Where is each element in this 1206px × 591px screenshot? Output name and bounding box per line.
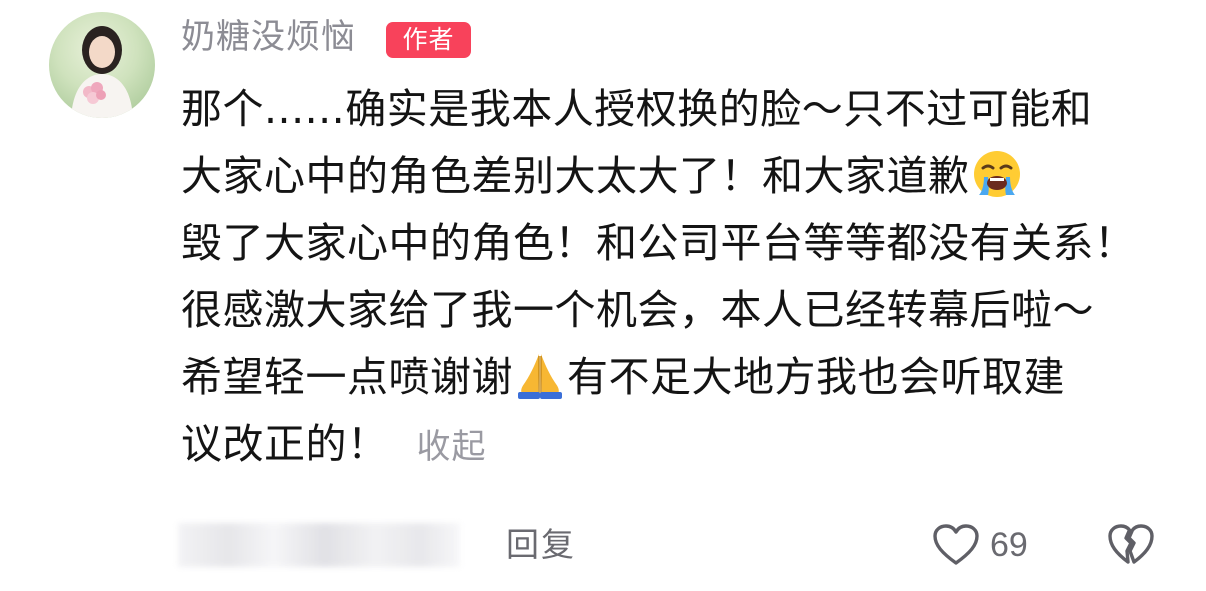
comment-body: 那个......确实是我本人授权换的脸～只不过可能和 大家心中的角色差别大太大了… — [181, 76, 1181, 478]
broken-heart-icon — [1108, 524, 1154, 564]
like-count: 69 — [990, 525, 1028, 564]
loudly-crying-face-icon — [973, 151, 1020, 197]
comment-line: 议改正的！ 收起 — [181, 420, 487, 468]
blurred-region — [178, 523, 460, 567]
comment-line: 大家心中的角色差别大太大了！和大家道歉 — [181, 143, 1181, 210]
reply-button[interactable]: 回复 — [506, 522, 576, 568]
heart-icon — [933, 524, 979, 565]
avatar[interactable] — [49, 12, 155, 118]
author-badge: 作者 — [386, 22, 471, 58]
collapse-button[interactable]: 收起 — [417, 427, 487, 467]
comment-line: 很感激大家给了我一个机会，本人已经转幕后啦～ — [181, 286, 1094, 334]
username[interactable]: 奶糖没烦恼 — [181, 15, 356, 59]
comment-line: 毁了大家心中的角色！和公司平台等等都没有关系！ — [181, 219, 1136, 267]
dislike-button[interactable] — [1107, 522, 1155, 570]
avatar-image — [71, 26, 133, 118]
comment-line: 希望轻一点喷谢谢 有不足大地方我也会听取建 — [181, 344, 1181, 411]
like-button[interactable]: 69 — [932, 520, 1028, 570]
folded-hands-icon — [518, 354, 562, 399]
comment-line: 那个......确实是我本人授权换的脸～只不过可能和 — [181, 85, 1093, 133]
